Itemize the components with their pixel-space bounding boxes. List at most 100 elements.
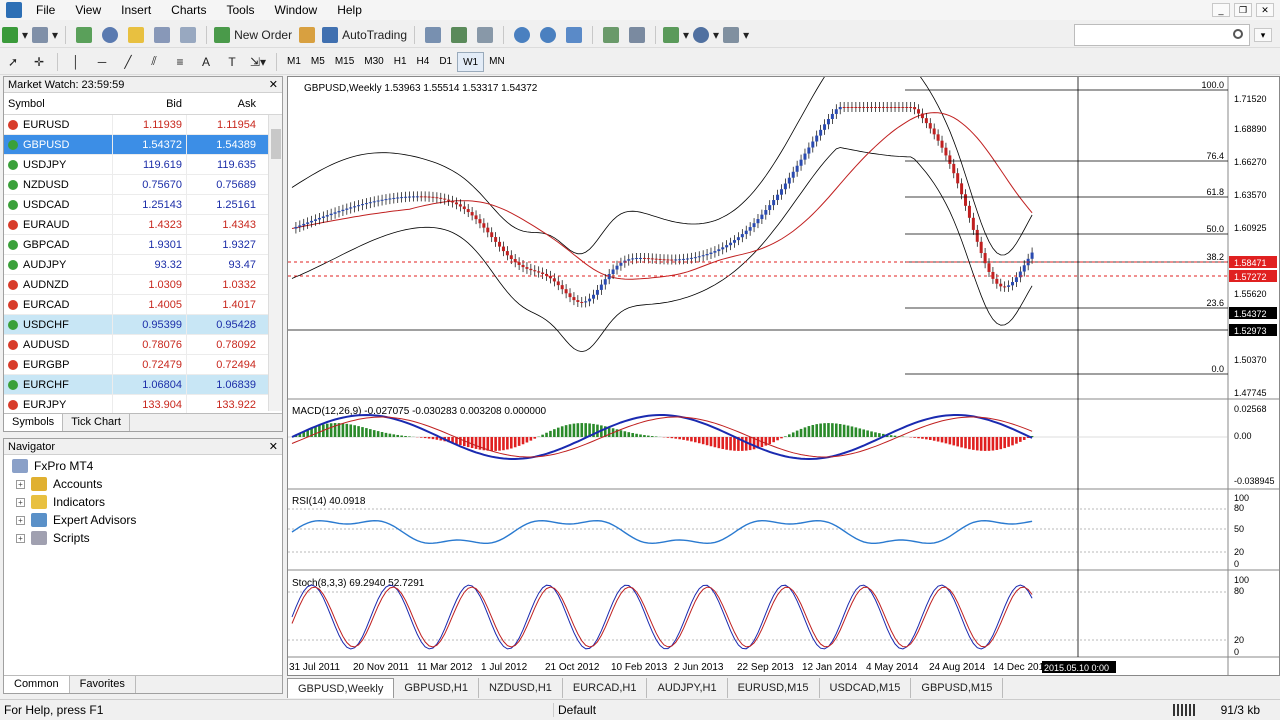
periods-button[interactable]: ▾ xyxy=(693,24,719,46)
menu-insert[interactable]: Insert xyxy=(111,0,161,20)
chart-tab[interactable]: GBPUSD,M15 xyxy=(911,678,1004,698)
nav-scripts[interactable]: + Scripts xyxy=(4,529,282,547)
fibonacci-button[interactable]: ≡ xyxy=(169,51,191,73)
tf-d1[interactable]: D1 xyxy=(434,52,457,72)
market-watch-toggle-button[interactable] xyxy=(73,24,95,46)
market-watch-row[interactable]: GBPUSD 1.54372 1.54389 xyxy=(4,135,282,155)
scrollbar-thumb[interactable] xyxy=(271,129,281,159)
market-watch-row[interactable]: AUDNZD 1.0309 1.0332 xyxy=(4,275,282,295)
tf-h4[interactable]: H4 xyxy=(412,52,435,72)
macd-histogram-bar xyxy=(705,437,709,446)
market-watch-row[interactable]: AUDJPY 93.32 93.47 xyxy=(4,255,282,275)
market-watch-row[interactable]: USDCHF 0.95399 0.95428 xyxy=(4,315,282,335)
market-watch-row[interactable]: USDJPY 119.619 119.635 xyxy=(4,155,282,175)
chart-tab[interactable]: NZDUSD,H1 xyxy=(479,678,563,698)
chart-tab[interactable]: EURUSD,M15 xyxy=(728,678,820,698)
nav-root[interactable]: FxPro MT4 xyxy=(4,457,282,475)
tab-tick-chart[interactable]: Tick Chart xyxy=(63,414,130,431)
zoom-in-button[interactable] xyxy=(511,24,533,46)
restore-icon[interactable]: ❐ xyxy=(1234,3,1252,17)
autotrading-button[interactable]: AutoTrading xyxy=(322,24,407,46)
chart-canvas[interactable]: GBPUSD,Weekly 1.53963 1.55514 1.53317 1.… xyxy=(288,56,1279,675)
tf-m1[interactable]: M1 xyxy=(282,52,306,72)
chart-window[interactable]: GBPUSD,Weekly 1.53963 1.55514 1.53317 1.… xyxy=(287,56,1280,676)
metaeditor-button[interactable] xyxy=(296,24,318,46)
close-icon[interactable]: ✕ xyxy=(1256,3,1274,17)
market-watch-row[interactable]: USDCAD 1.25143 1.25161 xyxy=(4,195,282,215)
chart-tab[interactable]: GBPUSD,H1 xyxy=(394,678,479,698)
minimize-icon[interactable]: _ xyxy=(1212,3,1230,17)
menu-charts[interactable]: Charts xyxy=(161,0,216,20)
tab-common[interactable]: Common xyxy=(4,676,70,693)
indicators-button[interactable]: ▾ xyxy=(663,24,689,46)
channel-button[interactable]: ⫽ xyxy=(143,51,165,73)
chart-tab[interactable]: AUDJPY,H1 xyxy=(647,678,728,698)
line-chart-button[interactable] xyxy=(474,24,496,46)
templates-button[interactable]: ▾ xyxy=(723,24,749,46)
data-window-button[interactable] xyxy=(99,24,121,46)
menu-options-icon[interactable]: ▾ xyxy=(1254,28,1272,42)
menu-help[interactable]: Help xyxy=(327,0,372,20)
candle-body xyxy=(501,246,505,252)
market-watch-scrollbar[interactable] xyxy=(268,115,282,411)
profiles-button[interactable]: ▾ xyxy=(32,24,58,46)
expand-icon[interactable]: + xyxy=(16,515,25,525)
tf-m5[interactable]: M5 xyxy=(306,52,330,72)
ask-column-header[interactable]: Ask xyxy=(186,93,260,114)
new-order-button[interactable]: New Order xyxy=(214,24,292,46)
menu-file[interactable]: File xyxy=(26,0,65,20)
market-watch-row[interactable]: EURAUD 1.4323 1.4343 xyxy=(4,215,282,235)
crosshair-button[interactable]: ✛ xyxy=(28,51,50,73)
market-watch-row[interactable]: EURCAD 1.4005 1.4017 xyxy=(4,295,282,315)
market-watch-row[interactable]: EURCHF 1.06804 1.06839 xyxy=(4,375,282,395)
menu-view[interactable]: View xyxy=(65,0,111,20)
navigator-button[interactable] xyxy=(125,24,147,46)
tf-m30[interactable]: M30 xyxy=(359,52,388,72)
menu-window[interactable]: Window xyxy=(265,0,328,20)
market-watch-row[interactable]: EURUSD 1.11939 1.11954 xyxy=(4,115,282,135)
tab-symbols[interactable]: Symbols xyxy=(4,414,64,431)
expand-icon[interactable]: + xyxy=(16,479,25,489)
tester-button[interactable] xyxy=(177,24,199,46)
arrows-button[interactable]: ⇲▾ xyxy=(247,51,269,73)
symbol-column-header[interactable]: Symbol xyxy=(4,93,112,114)
tf-mn[interactable]: MN xyxy=(484,52,510,72)
tf-w1[interactable]: W1 xyxy=(457,51,485,72)
vertical-line-button[interactable]: │ xyxy=(65,51,87,73)
nav-expert-advisors[interactable]: + Expert Advisors xyxy=(4,511,282,529)
search-input[interactable] xyxy=(1074,24,1250,46)
menu-tools[interactable]: Tools xyxy=(217,0,265,20)
market-watch-row[interactable]: EURGBP 0.72479 0.72494 xyxy=(4,355,282,375)
expand-icon[interactable]: + xyxy=(16,533,25,543)
chart-tab[interactable]: USDCAD,M15 xyxy=(820,678,912,698)
nav-accounts[interactable]: + Accounts xyxy=(4,475,282,493)
terminal-button[interactable] xyxy=(151,24,173,46)
macd-histogram-bar xyxy=(521,437,525,445)
chart-tab[interactable]: GBPUSD,Weekly xyxy=(287,678,395,698)
expand-icon[interactable]: + xyxy=(16,497,25,507)
chart-tab[interactable]: EURCAD,H1 xyxy=(563,678,648,698)
new-chart-button[interactable]: ▾ xyxy=(2,24,28,46)
market-watch-row[interactable]: AUDUSD 0.78076 0.78092 xyxy=(4,335,282,355)
tf-m15[interactable]: M15 xyxy=(330,52,359,72)
tab-favorites[interactable]: Favorites xyxy=(70,676,136,693)
bid-column-header[interactable]: Bid xyxy=(112,93,186,114)
close-icon[interactable]: ✕ xyxy=(269,77,278,93)
text-button[interactable]: A xyxy=(195,51,217,73)
autoscroll-button[interactable] xyxy=(600,24,622,46)
trendline-button[interactable]: ╱ xyxy=(117,51,139,73)
label-button[interactable]: T xyxy=(221,51,243,73)
market-watch-row[interactable]: NZDUSD 0.75670 0.75689 xyxy=(4,175,282,195)
nav-indicators[interactable]: + Indicators xyxy=(4,493,282,511)
candlestick-button[interactable] xyxy=(448,24,470,46)
bar-chart-button[interactable] xyxy=(422,24,444,46)
chart-shift-button[interactable] xyxy=(626,24,648,46)
tile-windows-button[interactable] xyxy=(563,24,585,46)
market-watch-row[interactable]: EURJPY 133.904 133.922 xyxy=(4,395,282,415)
cursor-button[interactable]: ➚ xyxy=(2,51,24,73)
tf-h1[interactable]: H1 xyxy=(389,52,412,72)
horizontal-line-button[interactable]: ─ xyxy=(91,51,113,73)
close-icon[interactable]: ✕ xyxy=(269,439,278,455)
market-watch-row[interactable]: GBPCAD 1.9301 1.9327 xyxy=(4,235,282,255)
zoom-out-button[interactable] xyxy=(537,24,559,46)
